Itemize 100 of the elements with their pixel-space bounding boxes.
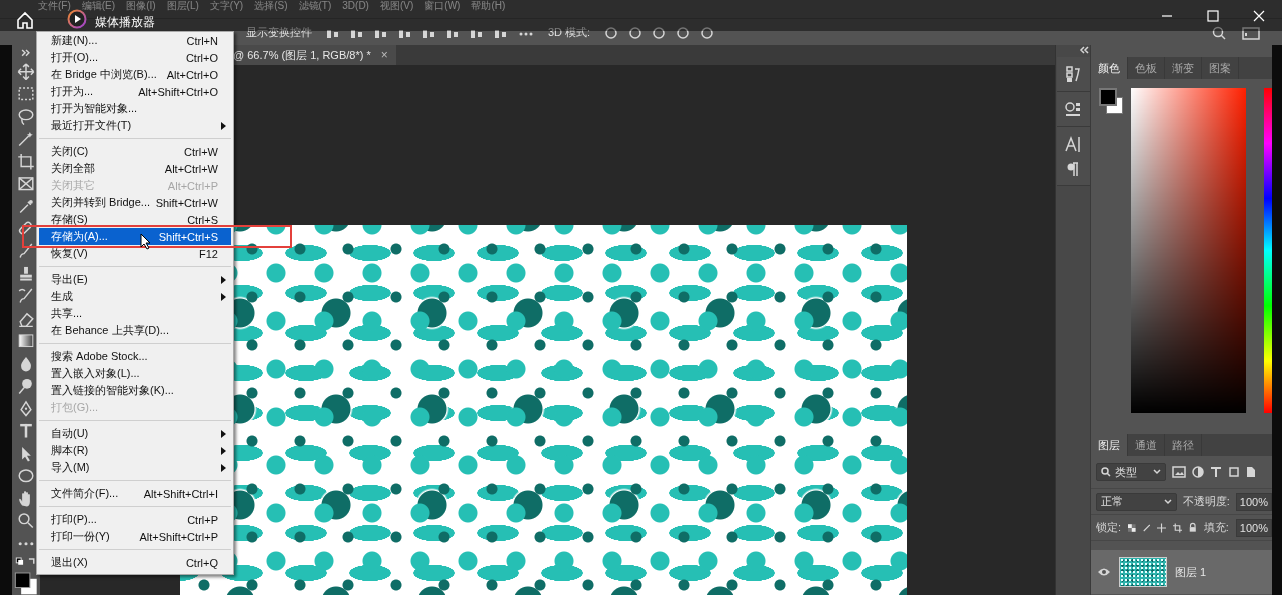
dodge-icon[interactable] [17,377,35,395]
3d-tool-icon[interactable] [652,26,667,40]
artboard-icon[interactable] [1173,521,1183,534]
blend-mode-dropdown[interactable]: 正常 [1096,492,1177,511]
more-icon[interactable] [518,31,534,37]
menu-item[interactable]: 打印(P)... Ctrl+P [37,511,233,528]
search-icon[interactable] [1212,26,1226,40]
menu-item[interactable]: 文件简介(F)... Alt+Shift+Ctrl+I [37,485,233,502]
menu-item[interactable]: 打开为智能对象... [37,100,233,117]
menu-item[interactable]: 存储(S) Ctrl+S [37,211,233,228]
fill-field[interactable]: 100% [1235,518,1272,537]
marquee-tool-icon[interactable] [17,85,35,103]
lock-icon[interactable] [1189,522,1197,533]
panel-tab[interactable]: 图案 [1202,57,1239,79]
menu-item[interactable]: 恢复(V) F12 [37,245,233,262]
menu-item[interactable]: 导入(M) [37,459,233,476]
eyedropper-icon[interactable] [17,197,35,215]
menu-item[interactable]: 退出(X) Ctrl+Q [37,554,233,571]
align-icon[interactable] [350,28,364,40]
menu-bar-item[interactable]: 文件(F) [38,0,71,11]
ellipse-tool-icon[interactable] [17,467,35,485]
move-tool-icon[interactable] [17,62,35,81]
history-panel-icon[interactable] [1065,65,1081,83]
type-filter-icon[interactable] [1210,466,1222,478]
smart-object-filter-icon[interactable] [1246,466,1256,478]
home-icon[interactable] [16,11,34,29]
menu-bar-item[interactable]: 3D(D) [342,0,369,11]
eye-icon[interactable] [1097,567,1111,577]
menu-item[interactable]: 置入嵌入对象(L)... [37,365,233,382]
panel-tab[interactable]: 路径 [1165,434,1202,456]
menu-item[interactable]: 打印一份(Y) Alt+Shift+Ctrl+P [37,528,233,545]
menu-item[interactable]: 在 Behance 上共享(D)... [37,322,233,339]
image-filter-icon[interactable] [1172,466,1186,478]
menu-bar-item[interactable]: 帮助(H) [471,0,506,11]
properties-panel-icon[interactable] [1064,100,1082,118]
align-icon[interactable] [494,28,508,40]
menu-item[interactable]: 存储为(A)... Shift+Ctrl+S [39,228,231,245]
menu-bar-item[interactable]: 滤镜(T) [298,0,332,11]
brush-icon[interactable] [1142,522,1151,533]
workspace-icon[interactable] [1242,26,1260,40]
menu-bar-item[interactable]: 文字(Y) [209,0,244,11]
lasso-tool-icon[interactable] [17,107,35,126]
menu-bar-item[interactable]: 图像(I) [126,0,156,11]
panel-tab[interactable]: 渐变 [1165,57,1202,79]
3d-tool-icon[interactable] [700,26,715,40]
history-brush-icon[interactable] [17,287,35,305]
panel-tab[interactable]: 图层 [1091,434,1128,456]
move-icon[interactable] [1157,521,1167,534]
align-icon[interactable] [446,28,460,40]
align-icon[interactable] [398,28,412,40]
color-swatches-icon[interactable] [1099,88,1126,116]
menu-item[interactable]: 共享... [37,305,233,322]
layer-row[interactable]: 图层 1 [1091,550,1272,594]
character-panel-icon[interactable] [1064,135,1082,153]
menu-item[interactable]: 搜索 Adobe Stock... [37,348,233,365]
collapse-icon[interactable] [1078,45,1090,55]
menu-item[interactable]: 在 Bridge 中浏览(B)... Alt+Ctrl+O [37,66,233,83]
frame-tool-icon[interactable] [17,175,35,193]
brush-icon[interactable] [17,242,35,260]
3d-tool-icon[interactable] [628,26,643,40]
menu-item[interactable]: 关闭并转到 Bridge... Shift+Ctrl+W [37,194,233,211]
filter-dropdown[interactable]: 类型 [1096,463,1166,481]
zoom-icon[interactable] [17,512,35,530]
close-tab-button[interactable]: × [380,48,388,62]
panel-tab[interactable]: 颜色 [1091,57,1128,79]
align-icon[interactable] [326,28,340,40]
menu-item[interactable]: 生成 [37,288,233,305]
menu-item[interactable]: 关闭(C) Ctrl+W [37,143,233,160]
menu-bar-item[interactable]: 编辑(E) [81,0,116,11]
menu-item[interactable]: 最近打开文件(T) [37,117,233,134]
panel-tab[interactable]: 通道 [1128,434,1165,456]
align-icon[interactable] [422,28,436,40]
menu-bar-item[interactable]: 选择(S) [254,0,288,11]
3d-tool-icon[interactable] [676,26,691,40]
menu-item[interactable]: 导出(E) [37,271,233,288]
3d-tool-icon[interactable] [604,26,619,40]
menu-item[interactable]: 置入链接的智能对象(K)... [37,382,233,399]
align-icon[interactable] [470,28,484,40]
color-field[interactable] [1131,88,1247,413]
align-icon[interactable] [374,28,388,40]
pen-icon[interactable] [17,399,35,418]
opacity-field[interactable]: 100% [1235,492,1272,511]
menu-item[interactable]: 关闭全部 Alt+Ctrl+W [37,160,233,177]
magic-wand-icon[interactable] [17,130,35,148]
menu-item[interactable]: 打开为... Alt+Shift+Ctrl+O [37,83,233,100]
swap-colors-icon[interactable] [15,557,37,567]
stamp-icon[interactable] [17,264,35,283]
menu-item[interactable]: 自动(U) [37,425,233,442]
shape-filter-icon[interactable] [1228,466,1240,478]
panel-tab[interactable]: 色板 [1128,57,1165,79]
menu-bar-item[interactable]: 窗口(W) [424,0,461,11]
type-tool-icon[interactable] [17,422,35,440]
lock-pixels-icon[interactable] [1128,522,1136,533]
adjustment-filter-icon[interactable] [1192,466,1204,478]
menu-bar-item[interactable]: 图层(L) [166,0,199,11]
color-swatches-icon[interactable] [14,571,38,595]
menu-bar-item[interactable]: 视图(V) [379,0,414,11]
gradient-icon[interactable] [17,332,35,350]
menu-item[interactable]: 脚本(R) [37,442,233,459]
paragraph-panel-icon[interactable] [1066,161,1080,177]
